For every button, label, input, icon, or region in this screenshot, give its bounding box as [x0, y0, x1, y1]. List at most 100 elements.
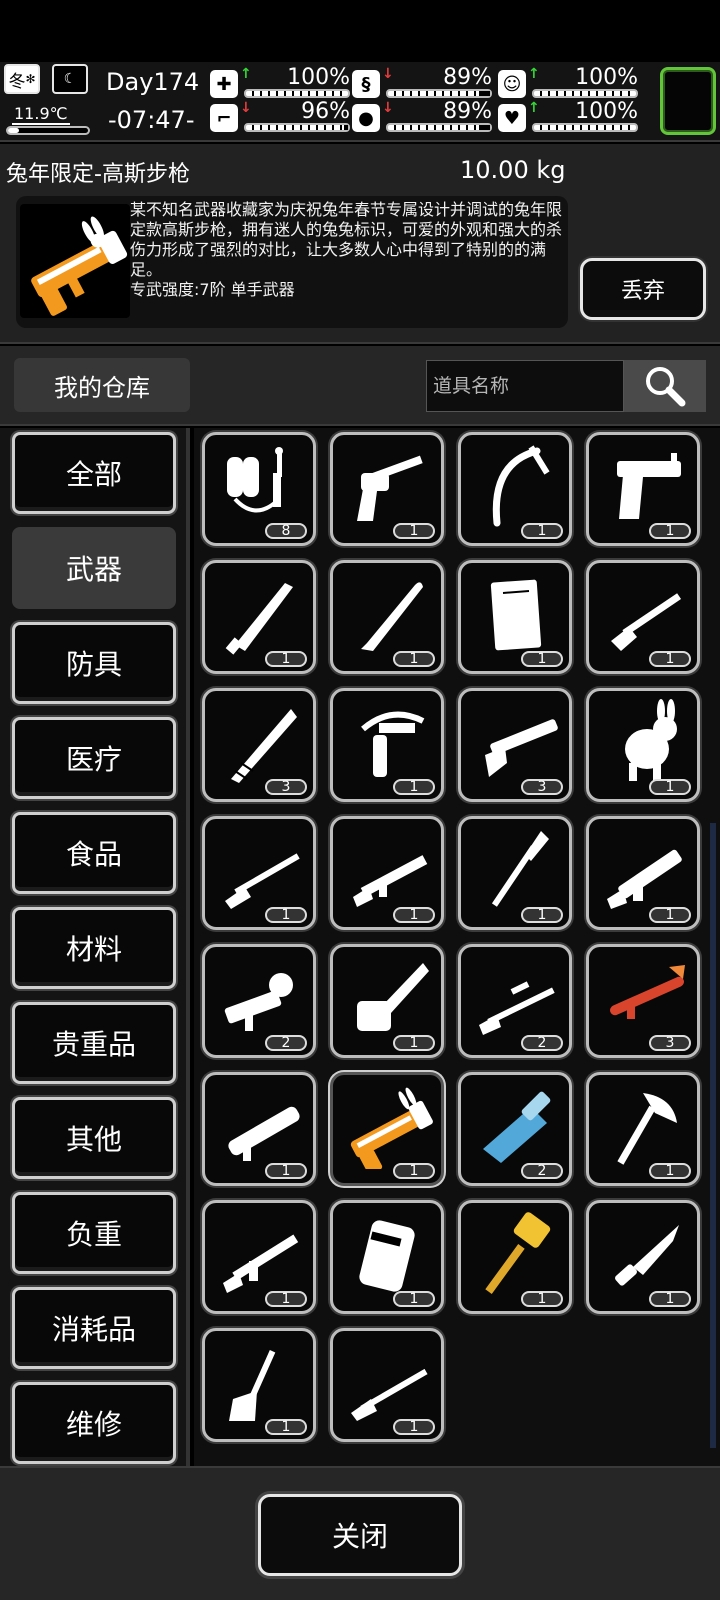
category-tab[interactable]: 防具	[12, 622, 176, 704]
category-tab[interactable]: 负重	[12, 1192, 176, 1274]
item-count-badge: 1	[265, 651, 307, 667]
baseball-bat-icon	[361, 582, 423, 651]
category-tab[interactable]: 其他	[12, 1097, 176, 1179]
rabbit-gauss-rifle-icon	[350, 1087, 433, 1169]
inventory-slot[interactable]: 1	[330, 1200, 444, 1314]
rabbit-gauss-rifle-icon	[20, 204, 130, 318]
grid-scrollbar[interactable]	[710, 823, 716, 1448]
quick-slot[interactable]	[660, 67, 716, 135]
mood-icon: ☺	[498, 70, 526, 98]
inventory-slot[interactable]: 1	[330, 816, 444, 930]
category-tab[interactable]: 全部	[12, 432, 176, 514]
item-count-badge: 1	[649, 1291, 691, 1307]
item-description: 某不知名武器收藏家为庆祝兔年春节专属设计并调试的兔年限定款高斯步枪，拥有迷人的兔…	[130, 200, 562, 300]
wrapped-blade-icon	[231, 709, 297, 783]
item-count-badge: 1	[393, 523, 435, 539]
inventory-slot[interactable]: 1	[458, 432, 572, 546]
inventory-slot[interactable]: 1	[202, 1328, 316, 1442]
grenade-launcher-icon	[224, 973, 293, 1031]
inventory-slot[interactable]: 1	[202, 816, 316, 930]
search-button[interactable]	[624, 360, 706, 412]
inventory-slot[interactable]: 1	[330, 944, 444, 1058]
vital-water-drop: ● ↓ 89%	[352, 100, 492, 134]
item-count-badge: 3	[265, 779, 307, 795]
arrow-down-icon: ↓	[382, 66, 394, 82]
item-name: 兔年限定-高斯步枪	[6, 162, 190, 187]
category-tab[interactable]: 食品	[12, 812, 176, 894]
riot-shield-icon	[359, 1220, 415, 1292]
item-grade: 专武强度:7阶 单手武器	[130, 280, 295, 299]
bottom-bar: 关闭	[0, 1466, 720, 1600]
ice-axe-icon	[492, 445, 550, 527]
inventory-slot[interactable]: 1	[330, 688, 444, 802]
inventory-slot[interactable]: 1	[586, 1200, 700, 1314]
item-grid[interactable]: 8 1 1 1 1 1 1 1 3 1 3 1 1 1 1 1 2 1 2 3 1 1 2 1 1 1 1 1 1 1	[194, 428, 720, 1466]
item-count-badge: 1	[393, 1419, 435, 1435]
search-input[interactable]	[426, 360, 624, 412]
vital-value: 100%	[287, 65, 350, 90]
inventory-slot[interactable]: 1	[202, 560, 316, 674]
stamina-boot-icon: ⌐	[210, 104, 238, 132]
vital-bar	[532, 89, 638, 98]
category-tab[interactable]: 贵重品	[12, 1002, 176, 1084]
inventory-slot[interactable]: 8	[202, 432, 316, 546]
item-count-badge: 1	[649, 1163, 691, 1179]
game-clock: -07:47-	[108, 106, 195, 134]
item-count-badge: 1	[393, 779, 435, 795]
temperature-bar	[6, 126, 90, 135]
inventory-slot[interactable]: 3	[586, 944, 700, 1058]
inventory-slot[interactable]: 1	[586, 560, 700, 674]
inventory-slot[interactable]: 1	[458, 816, 572, 930]
item-count-badge: 1	[521, 907, 563, 923]
inventory-slot[interactable]: 2	[458, 944, 572, 1058]
item-count-badge: 1	[393, 651, 435, 667]
hatchet-icon	[617, 1093, 677, 1165]
inventory-slot[interactable]: 1	[458, 560, 572, 674]
heart-icon: ♥	[498, 104, 526, 132]
inventory-slot[interactable]: 3	[458, 688, 572, 802]
inventory-slot[interactable]: 1	[586, 1072, 700, 1186]
item-count-badge: 1	[649, 907, 691, 923]
vital-mood: ☺ ↑ 100%	[498, 66, 638, 100]
inventory-slot[interactable]: 1	[586, 688, 700, 802]
category-list[interactable]: 全部武器防具医疗食品材料贵重品其他负重消耗品维修	[0, 428, 190, 1466]
season-text: 冬	[8, 71, 26, 92]
inventory-slot[interactable]: 1	[330, 1328, 444, 1442]
lever-rifle-icon	[351, 1368, 428, 1421]
discard-button[interactable]: 丢弃	[580, 258, 706, 320]
battle-rifle-icon	[223, 1234, 299, 1293]
category-tab[interactable]: 材料	[12, 907, 176, 989]
inventory-slot[interactable]: 1	[586, 816, 700, 930]
inventory-slot[interactable]: 2	[458, 1072, 572, 1186]
combat-knife-icon	[615, 1225, 679, 1286]
crossbow-icon	[361, 711, 425, 777]
inventory-slot[interactable]: 1	[202, 1072, 316, 1186]
vital-stomach: § ↓ 89%	[352, 66, 492, 100]
moon-icon: ☾	[52, 64, 88, 94]
inventory-slot[interactable]: 1	[202, 1200, 316, 1314]
category-tab[interactable]: 维修	[12, 1382, 176, 1464]
item-count-badge: 1	[649, 779, 691, 795]
category-tab[interactable]: 武器	[12, 527, 176, 609]
close-button[interactable]: 关闭	[258, 1494, 462, 1576]
item-weight: 10.00 kg	[460, 156, 566, 184]
inventory-slot[interactable]: 1	[586, 432, 700, 546]
category-tab[interactable]: 消耗品	[12, 1287, 176, 1369]
inventory-slot[interactable]: 2	[202, 944, 316, 1058]
shotgun-icon	[611, 593, 682, 651]
inventory-slot[interactable]: 1	[330, 1072, 444, 1186]
item-count-badge: 2	[521, 1163, 563, 1179]
inventory-slot[interactable]: 3	[202, 688, 316, 802]
vital-bar	[244, 89, 350, 98]
item-count-badge: 1	[265, 1419, 307, 1435]
arrow-up-icon: ↑	[528, 100, 540, 116]
inventory-slot[interactable]: 1	[330, 432, 444, 546]
snowflake-icon: ✻	[25, 72, 36, 86]
inventory-slot[interactable]: 1	[330, 560, 444, 674]
inventory-slot[interactable]: 1	[458, 1200, 572, 1314]
item-count-badge: 1	[521, 1291, 563, 1307]
category-tab[interactable]: 医疗	[12, 717, 176, 799]
item-info-panel: 兔年限定-高斯步枪 10.00 kg 某不知名武器收藏家为庆祝兔年春节专属设计并…	[0, 144, 720, 344]
vital-value: 89%	[443, 99, 492, 124]
rabbit-plush-icon	[625, 699, 677, 781]
